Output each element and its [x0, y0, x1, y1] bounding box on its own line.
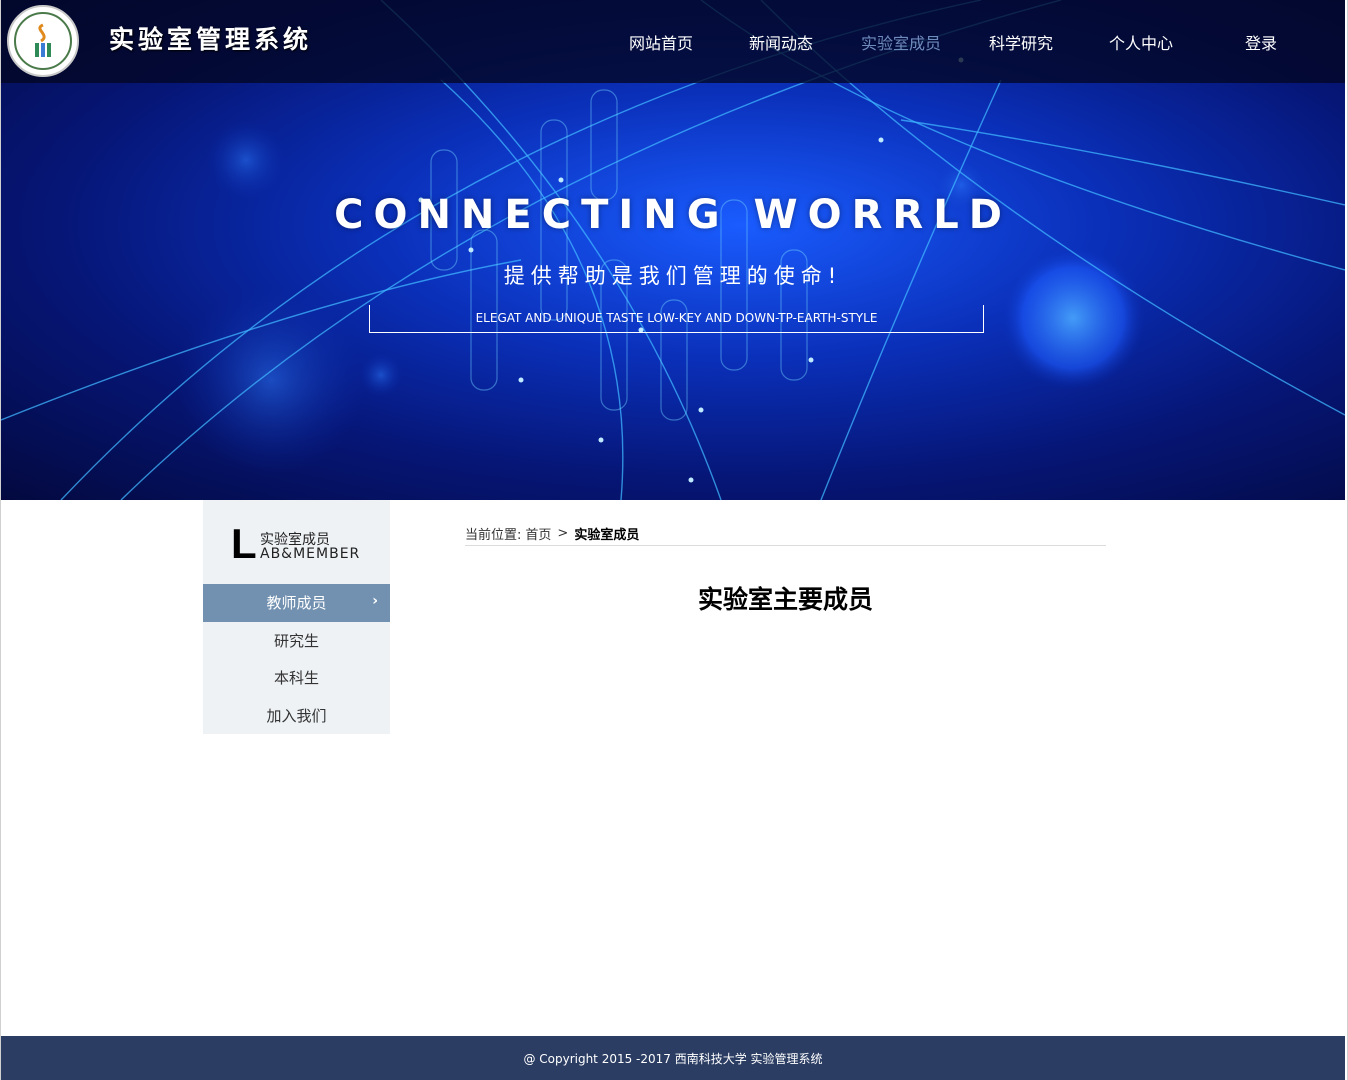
- sidebar-item-label: 本科生: [273, 669, 319, 688]
- hero-banner: 实验室管理系统 网站首页 新闻动态 实验室成员 科学研究 个人中心 登录 CON…: [1, 0, 1345, 500]
- sidebar-item-join-us[interactable]: 加入我们: [203, 697, 390, 735]
- nav-item-research[interactable]: 科学研究: [961, 0, 1081, 83]
- nav-item-news[interactable]: 新闻动态: [721, 0, 841, 83]
- main-nav: 网站首页 新闻动态 实验室成员 科学研究 个人中心 登录: [601, 0, 1321, 83]
- sidebar: L 实验室成员 AB&MEMBER 教师成员 › 研究生 本科生 加入我们: [203, 500, 390, 734]
- breadcrumb-home-link[interactable]: 首页: [525, 524, 551, 543]
- sidebar-item-undergraduates[interactable]: 本科生: [203, 659, 390, 697]
- sidebar-title-en: AB&MEMBER: [260, 546, 361, 562]
- breadcrumb-current: 实验室成员: [574, 528, 640, 543]
- breadcrumb-separator: >: [557, 526, 569, 541]
- sidebar-menu: 教师成员 › 研究生 本科生 加入我们: [203, 584, 390, 734]
- nav-item-lab-members[interactable]: 实验室成员: [841, 0, 961, 83]
- footer: @ Copyright 2015 -2017 西南科技大学 实验管理系统: [1, 1036, 1345, 1080]
- hero-title: CONNECTING WORRLD: [334, 192, 1012, 238]
- sidebar-item-teachers[interactable]: 教师成员 ›: [203, 584, 390, 622]
- sidebar-item-label: 教师成员: [266, 594, 327, 613]
- hero-tagline: ELEGAT AND UNIQUE TASTE LOW-KEY AND DOWN…: [369, 305, 984, 333]
- footer-copyright: @ Copyright 2015 -2017 西南科技大学 实验管理系统: [523, 1051, 823, 1066]
- sidebar-item-graduates[interactable]: 研究生: [203, 622, 390, 660]
- seal-emblem-icon: [35, 23, 51, 57]
- sidebar-header: L 实验室成员 AB&MEMBER: [203, 500, 390, 584]
- page-title: 实验室主要成员: [697, 585, 873, 614]
- sidebar-item-label: 研究生: [273, 631, 319, 650]
- hero-subtitle: 提供帮助是我们管理的使命!: [503, 264, 843, 288]
- nav-item-login[interactable]: 登录: [1201, 0, 1321, 83]
- sidebar-item-label: 加入我们: [266, 706, 327, 725]
- breadcrumb-prefix: 当前位置:: [465, 528, 522, 543]
- chevron-right-icon: ›: [372, 593, 378, 609]
- university-seal-icon[interactable]: [7, 5, 79, 77]
- sidebar-letter: L: [231, 520, 257, 567]
- breadcrumb: 当前位置: 首页 > 实验室成员: [465, 522, 1106, 546]
- site-title: 实验室管理系统: [109, 25, 313, 54]
- nav-item-home[interactable]: 网站首页: [601, 0, 721, 83]
- nav-item-personal-center[interactable]: 个人中心: [1081, 0, 1201, 83]
